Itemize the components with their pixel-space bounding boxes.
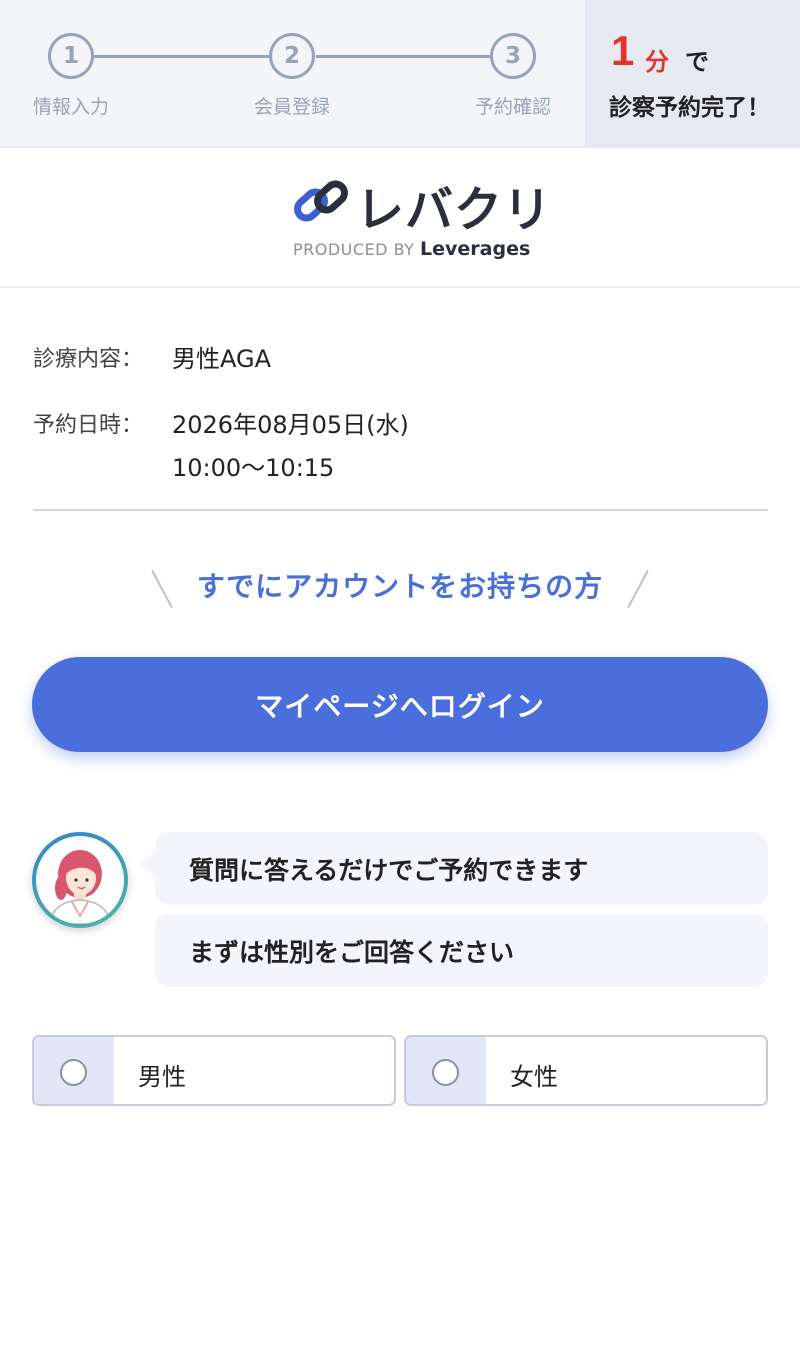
step-2-label: 会員登録	[253, 96, 330, 118]
step-1-label: 情報入力	[32, 96, 109, 118]
promo-badge: 1 分 で 診察予約完了！	[585, 0, 800, 148]
radio-button[interactable]	[432, 1059, 459, 1086]
date-value: 2026年08月05日(水)	[172, 411, 409, 439]
step-1-circle: 1	[48, 33, 94, 79]
chain-link-icon	[294, 180, 348, 222]
treatment-label: 診療内容：	[33, 347, 144, 372]
account-heading: すでにアカウントをお持ちの方	[196, 570, 604, 603]
radio-cell	[34, 1037, 114, 1104]
chat-message: まずは性別をご回答ください	[155, 914, 768, 987]
mypage-login-button[interactable]: マイページへログイン	[32, 657, 768, 752]
gender-option-label: 女性	[510, 1063, 558, 1091]
nurse-avatar-icon	[32, 832, 128, 928]
gender-option-female[interactable]: 女性	[404, 1035, 768, 1106]
step-connector	[316, 55, 492, 58]
time-value: 10:00〜10:15	[172, 454, 335, 482]
promo-text: 診察予約完了！	[609, 95, 770, 121]
gender-option-label: 男性	[138, 1063, 186, 1091]
step-3-circle: 3	[490, 33, 536, 79]
brand-header: レバクリ PRODUCED BY Leverages	[0, 150, 800, 288]
radio-button[interactable]	[60, 1059, 87, 1086]
promo-particle: で	[685, 48, 709, 76]
datetime-label: 予約日時：	[33, 413, 144, 438]
promo-unit: 分	[645, 48, 669, 76]
treatment-value: 男性AGA	[172, 345, 272, 373]
chat-message: 質問に答えるだけでご予約できます	[155, 832, 768, 905]
radio-cell	[406, 1037, 486, 1104]
chat-bubble-tail	[140, 850, 156, 878]
gender-option-male[interactable]: 男性	[32, 1035, 396, 1106]
divider	[33, 509, 768, 511]
produced-by-label: PRODUCED BY	[293, 240, 415, 259]
produced-by: PRODUCED BY Leverages	[293, 238, 530, 260]
brand-name: レバクリ	[356, 182, 553, 238]
step-connector	[94, 55, 270, 58]
promo-number: 1	[611, 27, 635, 74]
step-2-circle: 2	[269, 33, 315, 79]
step-indicator: 1 2 3 情報入力 会員登録 予約確認	[0, 0, 585, 148]
company-name: Leverages	[420, 238, 531, 260]
progress-header: 1 2 3 情報入力 会員登録 予約確認 1 分 で 診察予約完了！	[0, 0, 800, 148]
step-3-label: 予約確認	[474, 96, 551, 118]
